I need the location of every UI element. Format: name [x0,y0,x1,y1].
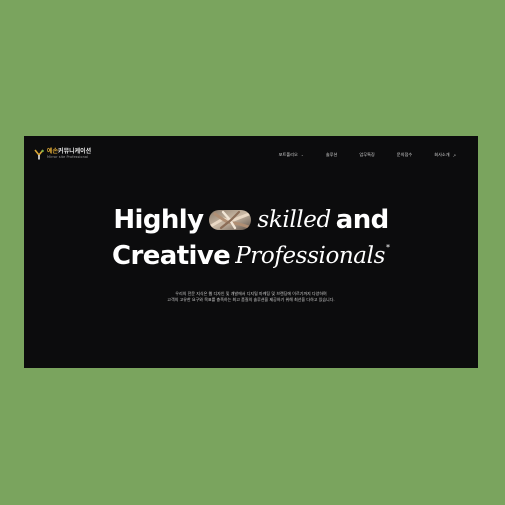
brand-logo[interactable]: 예손커뮤니케이션 Mirror site Professional [34,149,91,160]
hero-word-professionals: Professionals [235,243,385,269]
nav-about[interactable]: 회사소개 ↗ [434,152,456,158]
nav-features-label: 업무특징 [359,152,375,157]
header: 예손커뮤니케이션 Mirror site Professional 포트폴리오 … [24,136,478,174]
brand-tagline: Mirror site Professional [47,155,89,160]
nav-features[interactable]: 업무특징 [359,152,374,158]
hero-description: 우리의 전문 지식은 웹 디자인 및 개발에서 디지털 마케팅 및 브랜딩에 이… [24,291,478,304]
hero-description-line-2: 고객의 고유한 요구와 목표를 충족하는 최고 품질의 솔루션을 제공하기 위해… [167,297,335,303]
nav-inquiry-label: 문의접수 [396,152,413,157]
nav-portfolio[interactable]: 포트폴리오 ⌄ [279,152,304,158]
chevron-down-icon: ⌄ [300,153,304,157]
nav-inquiry[interactable]: 문의접수 [397,152,412,158]
nav-solution[interactable]: 솔루션 [326,152,338,158]
main-nav: 포트폴리오 ⌄ 솔루션 업무특징 문의접수 회사소개 ↗ [257,152,456,158]
brand-name-rest: 커뮤니케이션 [58,148,92,156]
hero-word-highly: Highly [113,205,204,235]
nav-portfolio-label: 포트폴리오 [278,152,298,157]
hero-word-creative: Creative [112,241,231,271]
nav-about-label: 회사소개 [434,152,450,157]
team-hands-photo-icon [209,210,252,230]
hero-word-and: and [335,205,389,235]
logo-mark-icon [34,149,44,160]
hero-word-skilled: skilled [257,207,331,233]
website-frame: 예손커뮤니케이션 Mirror site Professional 포트폴리오 … [24,136,478,368]
brand-text: 예손커뮤니케이션 Mirror site Professional [47,149,91,159]
external-link-icon: ↗ [452,152,456,158]
hero-heading: Highly skilled and Creative Professional… [24,202,478,274]
nav-solution-label: 솔루션 [325,152,338,157]
hero-line-2: Creative Professionals * [24,238,478,274]
brand-name-accent: 예손 [47,148,59,156]
hero-asterisk: * [385,242,390,252]
team-hands-image [209,210,252,230]
hero-line-1: Highly skilled and [24,202,478,238]
